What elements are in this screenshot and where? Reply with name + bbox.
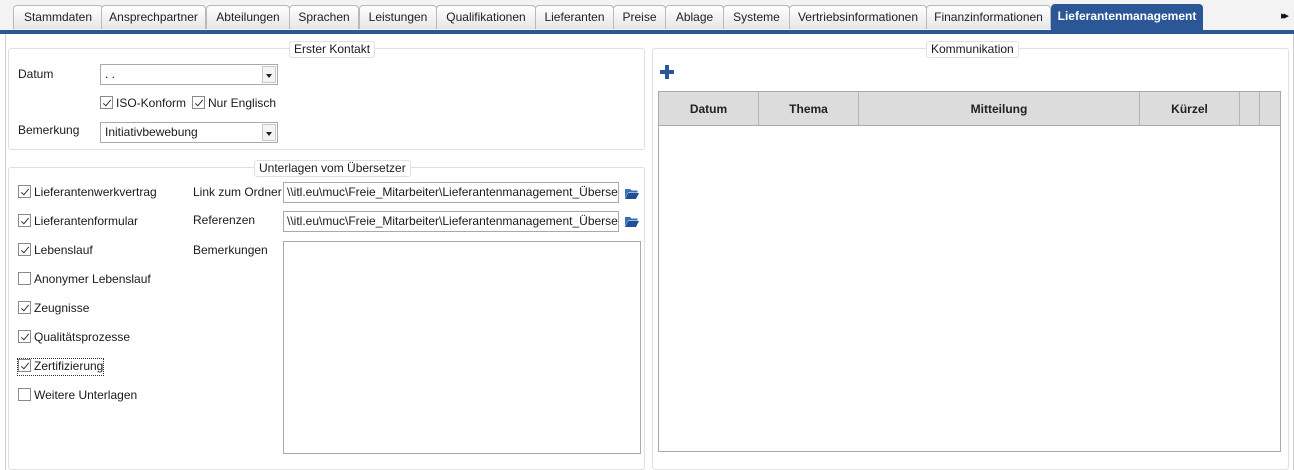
link-zum-ordner-label: Link zum Ordner (193, 185, 282, 199)
checkbox-label: Zertifizierung (34, 359, 104, 373)
tab-qualifikationen[interactable]: Qualifikationen (436, 5, 536, 29)
tab-systeme[interactable]: Systeme (723, 5, 790, 29)
tab-ansprechpartner[interactable]: Ansprechpartner (101, 5, 206, 29)
tab-leistungen[interactable]: Leistungen (359, 5, 437, 29)
checkbox-box[interactable] (18, 388, 31, 401)
bemerkungen-label: Bemerkungen (193, 243, 268, 257)
iso-konform-label: ISO-Konform (116, 96, 187, 110)
nur-englisch-checkbox-box[interactable] (192, 96, 205, 109)
folder-open-icon[interactable] (624, 215, 640, 228)
column-header-extra-1[interactable] (1240, 92, 1260, 126)
checkbox-box[interactable] (18, 330, 31, 343)
group-erster-kontakt-legend: Erster Kontakt (289, 41, 376, 58)
checkbox-label: Lieferantenwerkvertrag (34, 185, 157, 199)
grid-header-row: Datum Thema Mitteilung Kürzel (659, 92, 1280, 126)
column-header-mitteilung[interactable]: Mitteilung (859, 92, 1140, 126)
checkbox-label: Qualitätsprozesse (34, 330, 131, 344)
tab-lieferantenmanagement[interactable]: Lieferantenmanagement (1051, 4, 1203, 31)
kommunikation-grid[interactable]: Datum Thema Mitteilung Kürzel (658, 91, 1281, 452)
checkbox-lieferantenwerkvertrag[interactable]: Lieferantenwerkvertrag (18, 185, 157, 201)
tab-bar: Stammdaten Ansprechpartner Abteilungen S… (0, 0, 1294, 31)
checkbox-lieferantenformular[interactable]: Lieferantenformular (18, 214, 138, 230)
checkbox-label: Weitere Unterlagen (34, 388, 138, 402)
bemerkung-dropdown-icon[interactable] (262, 124, 276, 141)
datum-combobox[interactable]: . . (100, 64, 278, 85)
tab-vertriebsinformationen[interactable]: Vertriebsinformationen (789, 5, 927, 29)
checkbox-label: Anonymer Lebenslauf (34, 272, 151, 286)
checkbox-lebenslauf[interactable]: Lebenslauf (18, 243, 93, 259)
checkbox-box[interactable] (18, 272, 31, 285)
iso-konform-checkbox[interactable]: ISO-Konform (100, 96, 186, 112)
tab-lieferanten[interactable]: Lieferanten (535, 5, 614, 29)
datum-value: . . (105, 67, 116, 81)
nur-englisch-label: Nur Englisch (208, 96, 277, 110)
checkbox-zeugnisse[interactable]: Zeugnisse (18, 301, 89, 317)
checkbox-zertifizierung[interactable]: Zertifizierung (16, 358, 105, 376)
checkbox-label: Lebenslauf (34, 243, 93, 257)
checkbox-anonymer-lebenslauf[interactable]: Anonymer Lebenslauf (18, 272, 151, 288)
checkbox-box[interactable] (18, 301, 31, 314)
referenzen-field[interactable]: \\itl.eu\muc\Freie_Mitarbeiter\Lieferant… (283, 211, 619, 232)
bemerkung-label: Bemerkung (18, 123, 80, 137)
tab-stammdaten[interactable]: Stammdaten (13, 5, 103, 29)
datum-dropdown-icon[interactable] (262, 66, 276, 83)
datum-label: Datum (18, 67, 54, 81)
link-zum-ordner-field[interactable]: \\itl.eu\muc\Freie_Mitarbeiter\Lieferant… (283, 182, 619, 203)
referenzen-label: Referenzen (193, 213, 256, 227)
column-header-thema[interactable]: Thema (759, 92, 859, 126)
tab-finanzinformationen[interactable]: Finanzinformationen (926, 5, 1051, 29)
tab-sprachen[interactable]: Sprachen (289, 5, 359, 29)
checkbox-box[interactable] (18, 359, 31, 372)
tab-abteilungen[interactable]: Abteilungen (206, 5, 290, 29)
tab-scroll-right-icon[interactable]: ▸▸ (1281, 9, 1289, 22)
bemerkung-combobox[interactable]: Initiativbewebung (100, 122, 278, 143)
group-unterlagen-legend: Unterlagen vom Übersetzer (254, 160, 411, 177)
checkbox-label: Lieferantenformular (34, 214, 139, 228)
checkbox-weitere-unterlagen[interactable]: Weitere Unterlagen (18, 388, 137, 404)
bemerkung-value: Initiativbewebung (105, 125, 198, 139)
checkbox-box[interactable] (18, 243, 31, 256)
nur-englisch-checkbox[interactable]: Nur Englisch (192, 96, 276, 112)
checkbox-qualitaetsprozesse[interactable]: Qualitätsprozesse (18, 330, 130, 346)
bemerkungen-textarea[interactable] (283, 241, 641, 454)
checkbox-label: Zeugnisse (34, 301, 90, 315)
tab-content-panel: Erster Kontakt Datum . . ISO-Konform Nur… (5, 34, 1294, 470)
checkbox-box[interactable] (18, 214, 31, 227)
group-kommunikation: Kommunikation Datum Thema Mitteilung Kür… (652, 41, 1289, 470)
group-kommunikation-legend: Kommunikation (926, 41, 1019, 58)
column-header-kuerzel[interactable]: Kürzel (1140, 92, 1240, 126)
group-erster-kontakt: Erster Kontakt Datum . . ISO-Konform Nur… (8, 41, 645, 150)
column-header-extra-2[interactable] (1260, 92, 1280, 126)
group-unterlagen: Unterlagen vom Übersetzer Lieferantenwer… (8, 160, 645, 470)
plus-icon[interactable] (659, 64, 675, 80)
tab-preise[interactable]: Preise (613, 5, 666, 29)
iso-konform-checkbox-box[interactable] (100, 96, 113, 109)
column-header-datum[interactable]: Datum (659, 92, 759, 126)
tab-ablage[interactable]: Ablage (665, 5, 724, 29)
checkbox-box[interactable] (18, 185, 31, 198)
folder-open-icon[interactable] (624, 187, 640, 200)
